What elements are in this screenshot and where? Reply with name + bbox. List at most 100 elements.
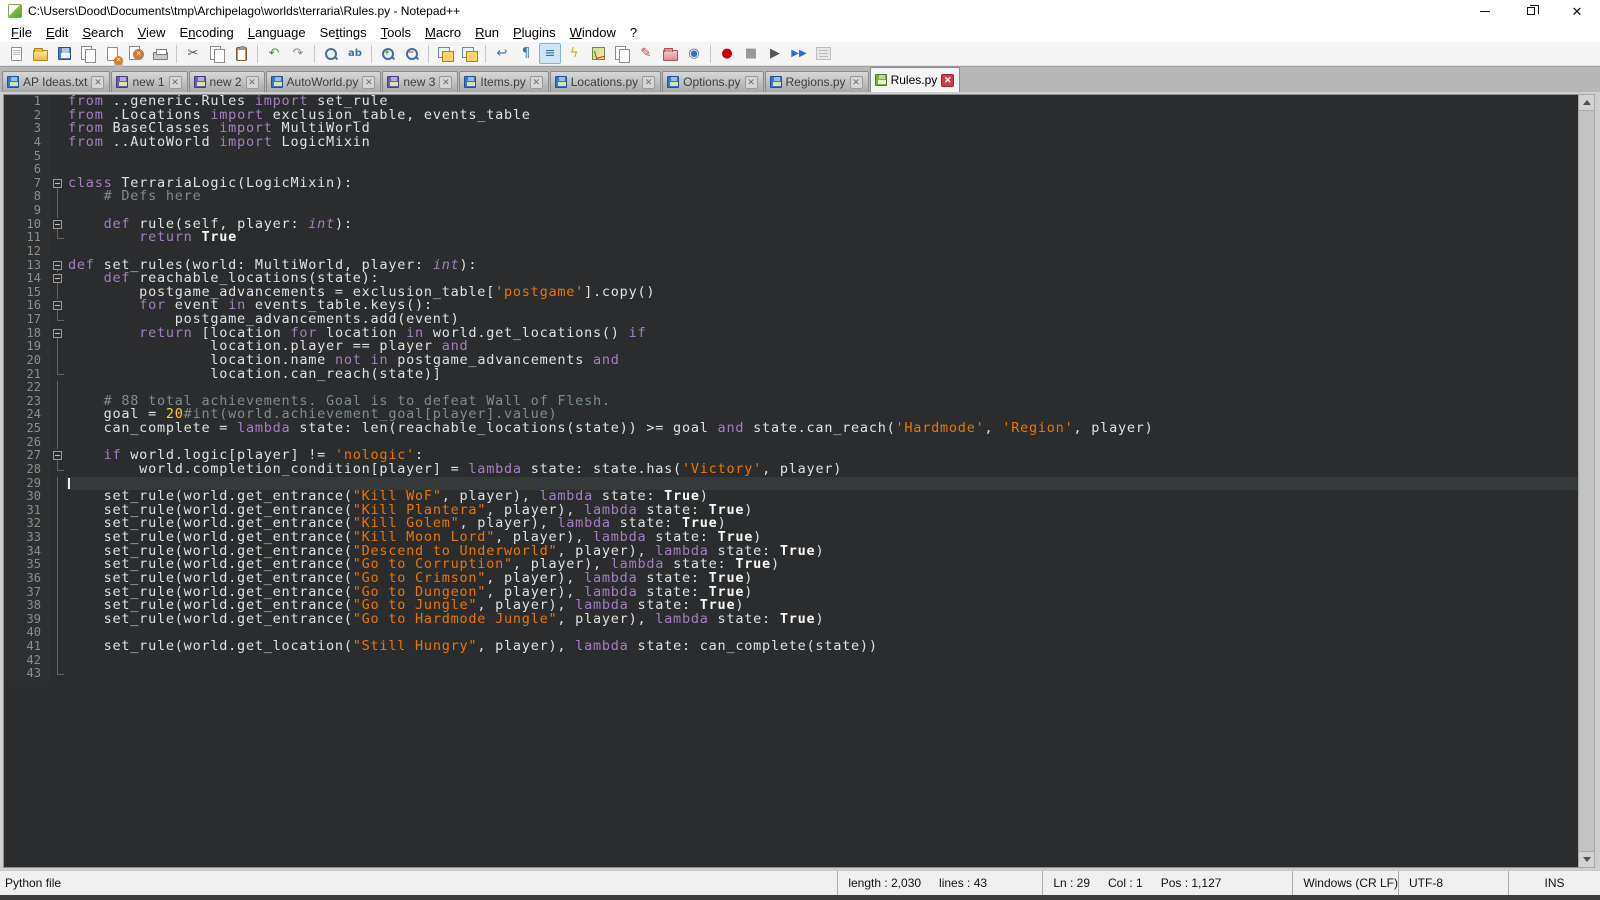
- fold-margin[interactable]: [50, 231, 66, 245]
- vertical-scrollbar[interactable]: [1578, 94, 1595, 868]
- tab-new-3[interactable]: new 3✕: [382, 71, 458, 92]
- line-number[interactable]: 19: [4, 340, 50, 354]
- fold-margin[interactable]: [50, 163, 66, 177]
- tab-close-icon[interactable]: ✕: [642, 76, 655, 89]
- code-line[interactable]: 21 location.can_reach(state)]: [4, 368, 1578, 382]
- line-number[interactable]: 12: [4, 245, 50, 259]
- macro-save-button[interactable]: [812, 43, 834, 64]
- tab-locations.py[interactable]: Locations.py✕: [550, 71, 661, 92]
- menu-item-file[interactable]: File: [4, 23, 39, 42]
- fold-margin[interactable]: [50, 395, 66, 409]
- line-number[interactable]: 5: [4, 150, 50, 164]
- zoom-in-button[interactable]: +: [377, 43, 399, 64]
- fold-margin[interactable]: [50, 545, 66, 559]
- fold-collapse-icon[interactable]: [53, 301, 62, 310]
- line-number[interactable]: 36: [4, 572, 50, 586]
- replace-button[interactable]: ab: [344, 43, 366, 64]
- fold-margin[interactable]: [50, 368, 66, 382]
- line-number[interactable]: 43: [4, 667, 50, 681]
- code-line[interactable]: 5: [4, 150, 1578, 164]
- fold-margin[interactable]: [50, 122, 66, 136]
- tab-new-1[interactable]: new 1✕: [111, 71, 187, 92]
- fold-margin[interactable]: [50, 218, 66, 232]
- line-number[interactable]: 6: [4, 163, 50, 177]
- menu-item-encoding[interactable]: Encoding: [173, 23, 241, 42]
- scroll-up-icon[interactable]: [1579, 95, 1594, 110]
- line-number[interactable]: 13: [4, 259, 50, 273]
- code-text[interactable]: from ..AutoWorld import LogicMixin: [66, 136, 1578, 150]
- menu-item-view[interactable]: View: [131, 23, 173, 42]
- tab-close-icon[interactable]: ✕: [246, 76, 259, 89]
- line-number[interactable]: 17: [4, 313, 50, 327]
- line-number[interactable]: 26: [4, 436, 50, 450]
- line-number[interactable]: 30: [4, 490, 50, 504]
- status-typing-mode[interactable]: INS: [1508, 871, 1600, 895]
- fold-margin[interactable]: [50, 150, 66, 164]
- line-number[interactable]: 34: [4, 545, 50, 559]
- paste-button[interactable]: [230, 43, 252, 64]
- copy-button[interactable]: [206, 43, 228, 64]
- line-number[interactable]: 16: [4, 299, 50, 313]
- code-line[interactable]: 42: [4, 654, 1578, 668]
- fold-margin[interactable]: [50, 259, 66, 273]
- tab-close-icon[interactable]: ✕: [941, 74, 954, 87]
- line-number[interactable]: 37: [4, 586, 50, 600]
- monitoring-button[interactable]: ✎: [635, 43, 657, 64]
- line-number[interactable]: 31: [4, 504, 50, 518]
- fold-margin[interactable]: [50, 599, 66, 613]
- menu-item-tools[interactable]: Tools: [374, 23, 418, 42]
- status-caret-position[interactable]: Ln : 29 Col : 1 Pos : 1,127: [1042, 871, 1292, 895]
- code-text[interactable]: [66, 150, 1578, 164]
- line-number[interactable]: 11: [4, 231, 50, 245]
- close-button[interactable]: [101, 43, 123, 64]
- status-eol-format[interactable]: Windows (CR LF): [1292, 871, 1398, 895]
- line-number[interactable]: 38: [4, 599, 50, 613]
- fold-margin[interactable]: [50, 586, 66, 600]
- tab-close-icon[interactable]: ✕: [91, 76, 104, 89]
- line-number[interactable]: 40: [4, 626, 50, 640]
- fold-margin[interactable]: [50, 436, 66, 450]
- menu-item-?[interactable]: ?: [623, 23, 644, 42]
- menu-item-search[interactable]: Search: [75, 23, 130, 42]
- open-file-button[interactable]: [29, 43, 51, 64]
- tab-close-icon[interactable]: ✕: [530, 76, 543, 89]
- fold-margin[interactable]: [50, 313, 66, 327]
- sync-horizontal-scroll-button[interactable]: [458, 43, 480, 64]
- code-text[interactable]: [66, 667, 1578, 681]
- macro-play-button[interactable]: ▶: [764, 43, 786, 64]
- fold-margin[interactable]: [50, 504, 66, 518]
- fold-margin[interactable]: [50, 477, 66, 491]
- line-number[interactable]: 25: [4, 422, 50, 436]
- line-number[interactable]: 21: [4, 368, 50, 382]
- tab-close-icon[interactable]: ✕: [439, 76, 452, 89]
- save-button[interactable]: [53, 43, 75, 64]
- menu-item-plugins[interactable]: Plugins: [506, 23, 563, 42]
- preview-eye-button[interactable]: ◉: [683, 43, 705, 64]
- code-text[interactable]: can_complete = lambda state: len(reachab…: [66, 422, 1578, 436]
- restore-button[interactable]: [1508, 0, 1554, 22]
- fold-margin[interactable]: [50, 327, 66, 341]
- tab-rules.py[interactable]: Rules.py✕: [870, 67, 961, 92]
- function-list-button[interactable]: ϟ: [563, 43, 585, 64]
- code-text[interactable]: world.completion_condition[player] = lam…: [66, 463, 1578, 477]
- document-map-button[interactable]: [587, 43, 609, 64]
- fold-margin[interactable]: [50, 109, 66, 123]
- fold-collapse-icon[interactable]: [53, 261, 62, 270]
- fold-margin[interactable]: [50, 340, 66, 354]
- menu-item-run[interactable]: Run: [468, 23, 506, 42]
- fold-collapse-icon[interactable]: [53, 179, 62, 188]
- line-number[interactable]: 24: [4, 408, 50, 422]
- status-encoding[interactable]: UTF-8: [1398, 871, 1508, 895]
- line-number[interactable]: 1: [4, 95, 50, 109]
- menu-item-edit[interactable]: Edit: [39, 23, 75, 42]
- menu-item-language[interactable]: Language: [241, 23, 313, 42]
- line-number[interactable]: 20: [4, 354, 50, 368]
- code-area[interactable]: 1from ..generic.Rules import set_rule2fr…: [3, 94, 1578, 868]
- fold-margin[interactable]: [50, 354, 66, 368]
- fold-margin[interactable]: [50, 572, 66, 586]
- fold-margin[interactable]: [50, 490, 66, 504]
- fold-margin[interactable]: [50, 558, 66, 572]
- menu-item-window[interactable]: Window: [563, 23, 623, 42]
- scrollbar-thumb[interactable]: [1579, 110, 1594, 852]
- tab-close-icon[interactable]: ✕: [169, 76, 182, 89]
